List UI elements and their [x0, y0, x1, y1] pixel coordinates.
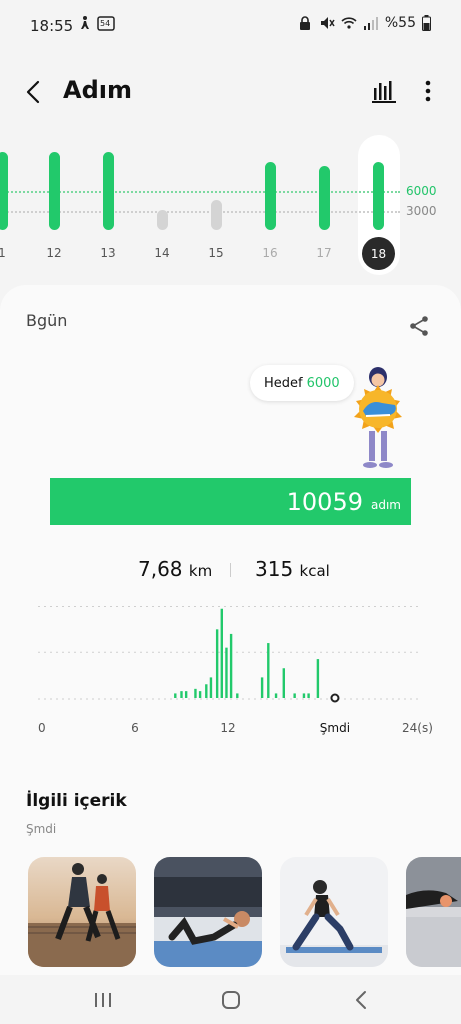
- now-marker: [330, 693, 340, 703]
- wifi-icon: [341, 17, 357, 29]
- related-content-carousel: [0, 857, 461, 969]
- back-icon[interactable]: [349, 987, 375, 1013]
- steps-progress-bar: 10059 adım: [50, 478, 411, 525]
- plank-image: [406, 857, 461, 967]
- steps-unit: adım: [371, 497, 401, 512]
- hourly-bar: [260, 677, 264, 698]
- system-nav-bar: [0, 975, 461, 1024]
- calories-value: 315: [255, 557, 294, 581]
- related-card-stretch[interactable]: [280, 857, 388, 967]
- hourly-bar: [184, 691, 188, 698]
- day-label-12[interactable]: 12: [39, 246, 69, 260]
- distance-unit: km: [188, 562, 213, 580]
- battery-text: %55: [384, 15, 416, 31]
- goal-bubble: Hedef 6000: [250, 365, 354, 401]
- half-goal-line: [0, 211, 400, 213]
- crunches-image: [154, 857, 262, 967]
- hourly-bar: [194, 688, 197, 698]
- day-bar-12[interactable]: [48, 152, 60, 230]
- day-bar-16[interactable]: [264, 162, 276, 230]
- signal-icon: [363, 17, 378, 30]
- day-label-17[interactable]: 17: [309, 246, 339, 260]
- bar-chart-icon[interactable]: [371, 78, 397, 104]
- today-label: Bgün: [26, 311, 68, 330]
- related-card-crunches[interactable]: [154, 857, 262, 967]
- distance-stat: 7,68 km: [138, 557, 212, 581]
- goal-value: 6000: [306, 375, 340, 391]
- goal-text: Hedef: [264, 375, 303, 391]
- day-label-1[interactable]: 1: [0, 246, 17, 260]
- hourly-bar: [198, 691, 202, 698]
- day-bar-14[interactable]: [156, 210, 168, 230]
- battery-icon: [422, 15, 431, 31]
- calendar-54-icon: 54: [97, 15, 115, 31]
- x-tick-label: 12: [220, 721, 236, 735]
- hourly-bar: [205, 684, 208, 698]
- hourly-bar: [267, 643, 270, 698]
- today-card: Bgün Hedef 6000 10059 adım 7,68 km 315 k…: [0, 285, 461, 975]
- day-bar-15[interactable]: [210, 200, 222, 230]
- hourly-bar: [316, 659, 320, 698]
- related-card-plank[interactable]: [406, 857, 461, 967]
- stretch-image: [280, 880, 388, 967]
- goal-label: 6000: [406, 184, 437, 198]
- related-card-running[interactable]: [28, 857, 136, 967]
- running-image: [28, 863, 136, 967]
- day-label-14[interactable]: 14: [147, 246, 177, 260]
- day-label-13[interactable]: 13: [93, 246, 123, 260]
- day-bar-1[interactable]: [0, 152, 8, 230]
- goal-line: [0, 191, 400, 193]
- recents-icon[interactable]: [90, 987, 116, 1013]
- mascot-illustration: [354, 367, 402, 468]
- hourly-bar: [209, 677, 213, 698]
- related-content-title: İlgili içerik: [26, 791, 127, 811]
- distance-value: 7,68: [138, 557, 183, 581]
- hourly-bar: [302, 693, 306, 698]
- day-label-16[interactable]: 16: [255, 246, 285, 260]
- day-bar-17[interactable]: [318, 166, 330, 230]
- hourly-bar: [282, 668, 285, 698]
- hourly-bar: [220, 608, 223, 698]
- day-label-15[interactable]: 15: [201, 246, 231, 260]
- stat-divider: [230, 563, 231, 577]
- x-tick-label: 24(s): [402, 721, 433, 735]
- calories-unit: kcal: [299, 562, 330, 580]
- chevron-left-icon[interactable]: [20, 78, 48, 106]
- related-content-subtitle: Şmdi: [26, 822, 57, 836]
- x-tick-label: 6: [131, 721, 139, 735]
- mute-icon: [320, 17, 335, 29]
- hourly-bar: [274, 693, 278, 698]
- lock-icon: [299, 16, 310, 30]
- hourly-bar: [174, 693, 177, 698]
- hourly-steps-chart: 0 6 12 Şmdi 24(s): [0, 595, 461, 745]
- app-bar: Adım: [0, 66, 461, 118]
- steps-value: 10059: [286, 487, 363, 516]
- person-walk-icon: [81, 16, 89, 29]
- x-tick-label: 0: [38, 721, 46, 735]
- calendar-badge: 54: [100, 19, 111, 28]
- status-bar: 18:55 54 %55: [0, 0, 461, 50]
- hourly-bar: [225, 647, 228, 698]
- weekly-steps-strip: 6000 3000 1 12 13 14 15 16 17 18: [0, 125, 461, 285]
- hourly-bar: [215, 629, 219, 698]
- day-bar-13[interactable]: [102, 152, 114, 230]
- status-time: 18:55: [30, 17, 74, 35]
- hourly-chart-svg: [38, 605, 420, 703]
- day-bar-18[interactable]: [372, 162, 384, 230]
- share-icon[interactable]: [408, 315, 430, 337]
- calories-stat: 315 kcal: [255, 557, 330, 581]
- hourly-bar: [229, 633, 233, 698]
- hourly-bar: [293, 693, 296, 698]
- stats-row: 7,68 km 315 kcal: [0, 555, 461, 585]
- home-icon[interactable]: [218, 987, 244, 1013]
- half-goal-label: 3000: [406, 204, 437, 218]
- x-tick-label: Şmdi: [319, 721, 351, 735]
- selected-day-label[interactable]: 18: [362, 237, 395, 270]
- more-vert-icon[interactable]: [421, 78, 435, 104]
- page-title: Adım: [63, 76, 132, 104]
- hourly-bar: [307, 693, 310, 698]
- hourly-bar: [236, 693, 239, 698]
- hourly-bar: [180, 691, 183, 698]
